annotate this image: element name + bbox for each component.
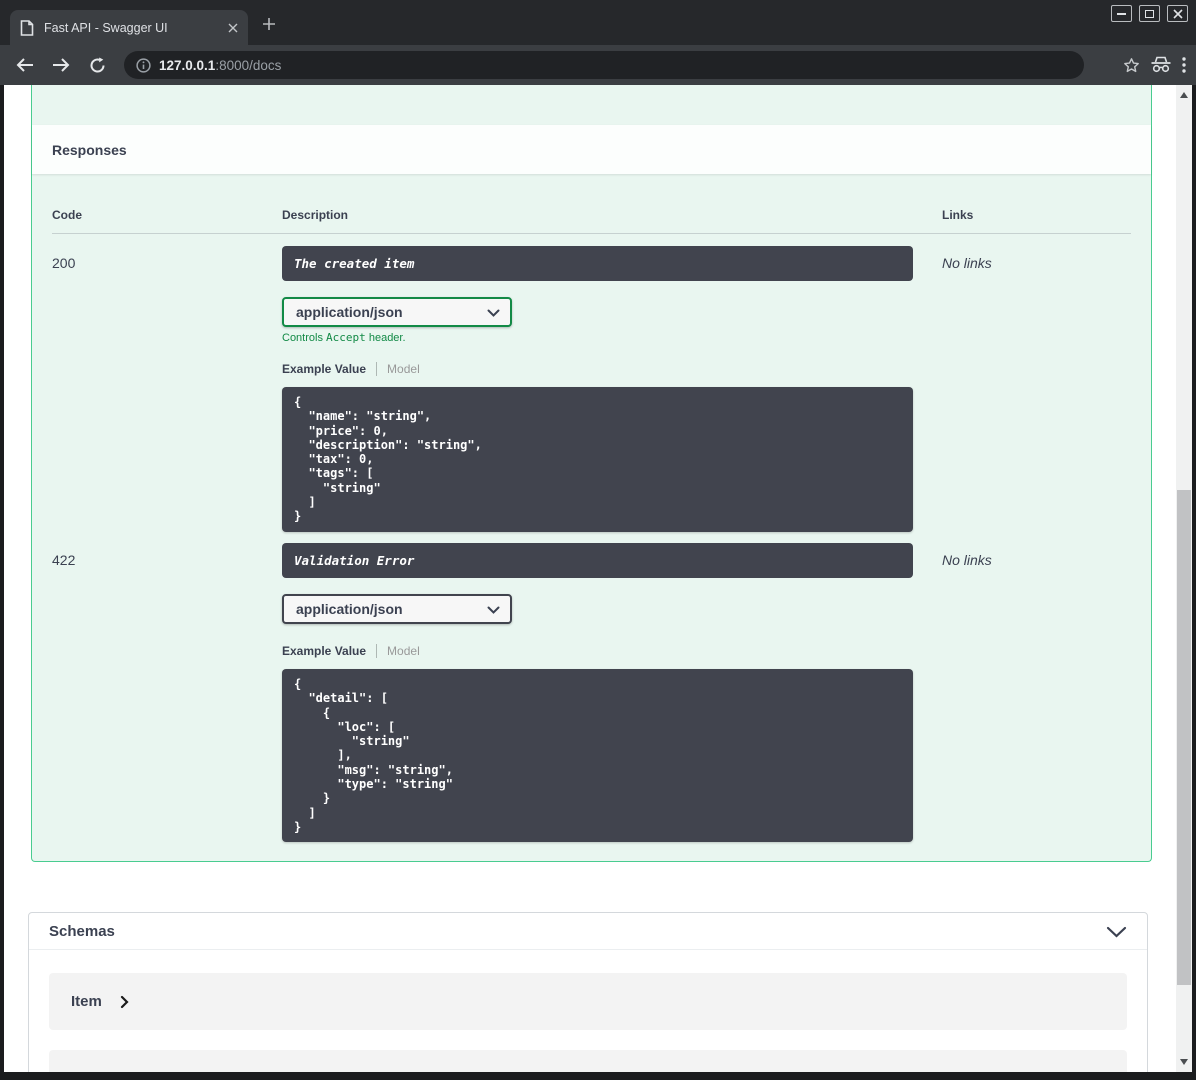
- tab-divider: [376, 644, 378, 658]
- example-json-block-422[interactable]: { "detail": [ { "loc": [ "string" ], "ms…: [282, 669, 913, 842]
- tab-close-icon[interactable]: [228, 23, 238, 33]
- scroll-down-icon[interactable]: [1180, 1059, 1188, 1065]
- url-path: :8000/docs: [215, 57, 282, 73]
- media-type-select-422[interactable]: application/json: [282, 594, 512, 624]
- page-viewport: Responses Code Description Links 200 The…: [4, 85, 1192, 1072]
- page-scrollbar[interactable]: [1176, 85, 1192, 1072]
- column-header-links: Links: [942, 208, 974, 222]
- scrollbar-thumb[interactable]: [1177, 490, 1191, 985]
- example-json-200: { "name": "string", "price": 0, "descrip…: [294, 395, 482, 524]
- minimize-icon: [1117, 12, 1126, 15]
- media-type-select-200[interactable]: application/json: [282, 297, 512, 327]
- new-tab-button[interactable]: [262, 17, 276, 31]
- response-code: 200: [52, 255, 76, 271]
- tab-title: Fast API - Swagger UI: [44, 20, 168, 35]
- tab-model[interactable]: Model: [387, 362, 420, 376]
- response-row-422: 422 Validation Error application/json Ex…: [52, 532, 1131, 842]
- close-button[interactable]: [1167, 5, 1188, 22]
- column-header-code: Code: [52, 208, 82, 222]
- tab-divider: [376, 362, 378, 376]
- example-model-tabs: Example Value Model: [282, 644, 942, 658]
- response-code: 422: [52, 552, 76, 568]
- responses-title: Responses: [52, 141, 127, 158]
- chevron-right-icon: [197, 1072, 206, 1073]
- maximize-button[interactable]: [1139, 5, 1160, 22]
- swagger-ui-content: Responses Code Description Links 200 The…: [4, 85, 1176, 1072]
- maximize-icon: [1145, 9, 1154, 18]
- toolbar-right-icons: [1123, 56, 1186, 74]
- model-name: Item: [71, 993, 102, 1010]
- browser-toolbar: 127.0.0.1:8000/docs: [0, 45, 1196, 85]
- tab-model[interactable]: Model: [387, 644, 420, 658]
- schemas-models: Item ValidationError: [29, 950, 1147, 1072]
- model-card-validationerror[interactable]: ValidationError: [49, 1050, 1127, 1072]
- post-opblock-body: Responses Code Description Links 200 The…: [31, 85, 1152, 862]
- accept-header-note: Controls Accept header.: [282, 331, 406, 344]
- url-host: 127.0.0.1: [159, 57, 216, 73]
- example-json-422: { "detail": [ { "loc": [ "string" ], "ms…: [294, 677, 453, 834]
- tab-example-value[interactable]: Example Value: [282, 644, 366, 658]
- response-links: No links: [942, 552, 992, 568]
- minimize-button[interactable]: [1111, 5, 1132, 22]
- url-bar[interactable]: 127.0.0.1:8000/docs: [124, 51, 1084, 79]
- response-description: Validation Error: [282, 543, 913, 578]
- chevron-down-icon: [487, 309, 500, 317]
- response-description-cell: Validation Error application/json Exampl…: [282, 543, 942, 842]
- example-json-block-200[interactable]: { "name": "string", "price": 0, "descrip…: [282, 387, 913, 532]
- schemas-title: Schemas: [49, 923, 115, 940]
- site-info-icon[interactable]: [136, 57, 151, 73]
- scroll-up-icon[interactable]: [1180, 92, 1188, 98]
- responses-table: Code Description Links 200 The created i…: [32, 174, 1151, 861]
- chevron-down-icon: [487, 606, 500, 614]
- schemas-header[interactable]: Schemas: [29, 913, 1147, 950]
- url-text: 127.0.0.1:8000/docs: [159, 58, 281, 73]
- chevron-down-icon[interactable]: [1106, 926, 1127, 938]
- response-description-cell: The created item application/json Contro…: [282, 246, 942, 532]
- browser-chrome: Fast API - Swagger UI 127.0.0.1:8000/doc…: [0, 0, 1196, 85]
- tab-example-value[interactable]: Example Value: [282, 362, 366, 376]
- bookmark-star-icon[interactable]: [1123, 57, 1140, 74]
- window-controls: [1111, 5, 1188, 22]
- example-model-tabs: Example Value Model: [282, 362, 942, 376]
- browser-tab[interactable]: Fast API - Swagger UI: [10, 10, 248, 45]
- browser-menu-icon[interactable]: [1182, 57, 1186, 73]
- opblock-spacer: [32, 85, 1151, 125]
- column-header-description: Description: [282, 208, 349, 222]
- response-row-200: 200 The created item application/json Co…: [52, 234, 1131, 532]
- model-card-item[interactable]: Item: [49, 973, 1127, 1030]
- back-button[interactable]: [10, 50, 40, 80]
- page-favicon-icon: [20, 19, 34, 36]
- response-links: No links: [942, 255, 992, 271]
- chevron-right-icon: [120, 995, 129, 1009]
- response-description: The created item: [282, 246, 913, 281]
- tab-strip: Fast API - Swagger UI: [0, 0, 1196, 45]
- reload-button[interactable]: [82, 50, 112, 80]
- close-icon: [1172, 8, 1183, 19]
- responses-section-header: Responses: [32, 125, 1151, 174]
- incognito-icon: [1150, 56, 1172, 74]
- model-name: ValidationError: [71, 1070, 179, 1072]
- forward-button[interactable]: [46, 50, 76, 80]
- responses-table-header: Code Description Links: [52, 194, 1131, 234]
- schemas-section: Schemas Item ValidationError: [28, 912, 1148, 1072]
